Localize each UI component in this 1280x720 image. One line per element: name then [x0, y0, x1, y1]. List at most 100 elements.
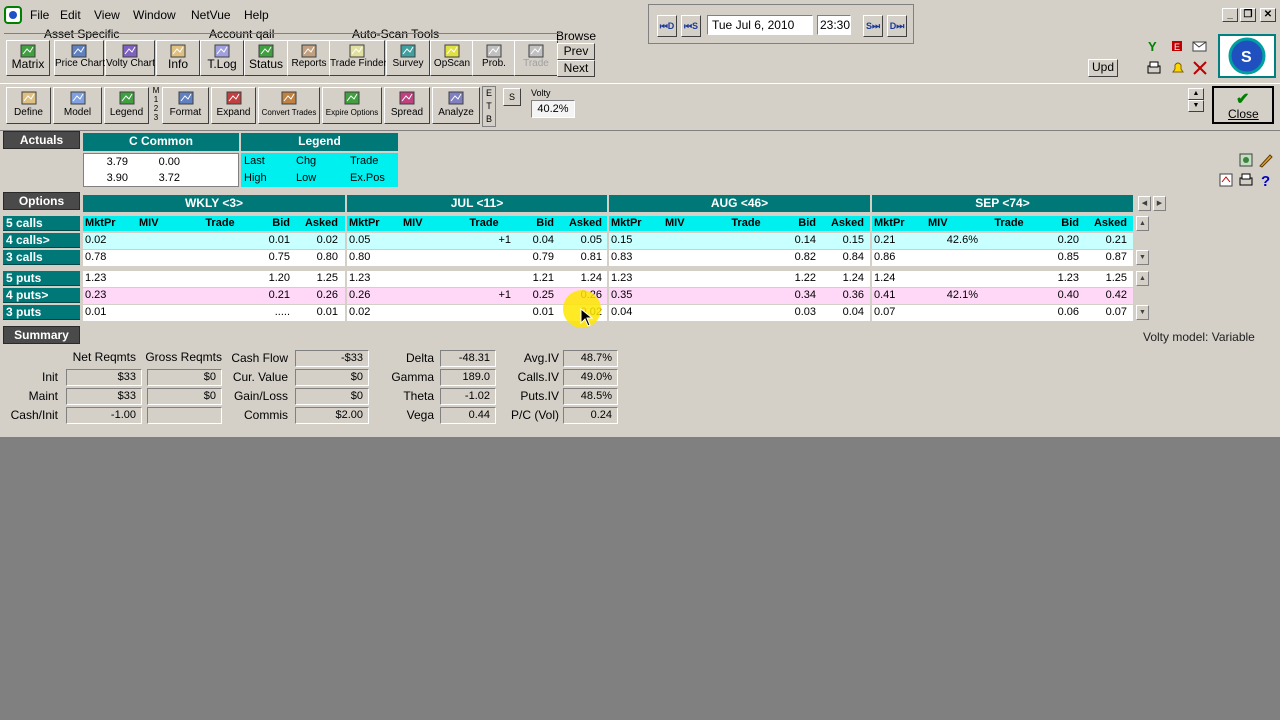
opscan-button[interactable]: OpScan — [430, 40, 474, 76]
iv-field[interactable]: 49.0% — [563, 369, 618, 386]
option-cell[interactable]: 0.82 — [774, 250, 816, 265]
option-cell[interactable]: 1.23 — [1037, 271, 1079, 286]
grid-settings-icon[interactable] — [1238, 152, 1254, 168]
option-cell[interactable]: 0.35 — [611, 288, 661, 303]
option-cell[interactable]: 42.6% — [928, 233, 978, 248]
option-cell[interactable]: 42.1% — [928, 288, 978, 303]
greek-field[interactable]: -48.31 — [440, 350, 496, 367]
puts-scroll-down[interactable]: ▼ — [1136, 305, 1149, 320]
option-cell[interactable]: 0.20 — [1037, 233, 1079, 248]
option-cell[interactable]: 0.80 — [349, 250, 399, 265]
alert-icon[interactable]: E — [1170, 38, 1186, 54]
volty-field[interactable]: 40.2% — [531, 100, 575, 118]
m-stack[interactable]: M 1 2 3 — [151, 86, 161, 122]
browse-next-button[interactable]: Next — [557, 60, 595, 77]
option-cell[interactable]: 0.02 — [85, 233, 135, 248]
format-button[interactable]: Format — [162, 87, 209, 124]
time-field[interactable]: 23:30 — [817, 15, 851, 35]
price-chart-button[interactable]: Price Chart — [54, 40, 105, 76]
survey-button[interactable]: Survey — [386, 40, 430, 76]
option-cell[interactable]: 0.86 — [874, 250, 924, 265]
net-reqmt-field[interactable]: $33 — [66, 388, 142, 405]
month-header[interactable]: AUG <46> — [609, 195, 870, 212]
option-cell[interactable]: 0.14 — [774, 233, 816, 248]
option-cell[interactable]: 0.04 — [824, 305, 864, 320]
option-cell[interactable]: 1.25 — [1087, 271, 1127, 286]
gross-reqmt-field[interactable]: $0 — [147, 388, 222, 405]
s-button[interactable]: S — [503, 88, 521, 106]
print-icon[interactable] — [1146, 60, 1162, 76]
analyze-button[interactable]: Analyze — [432, 87, 480, 124]
spin-down-button[interactable]: ▼ — [1188, 100, 1204, 112]
option-cell[interactable]: 1.22 — [774, 271, 816, 286]
option-cell[interactable]: 0.83 — [611, 250, 661, 265]
close-window-button[interactable]: ✕ — [1260, 8, 1276, 22]
minimize-button[interactable]: _ — [1222, 8, 1238, 22]
edit-pen-icon[interactable] — [1258, 152, 1274, 168]
expand-button[interactable]: Expand — [211, 87, 256, 124]
browse-prev-button[interactable]: Prev — [557, 43, 595, 60]
option-cell[interactable]: 0.04 — [611, 305, 661, 320]
option-cell[interactable]: 1.24 — [824, 271, 864, 286]
yield-icon[interactable]: Y — [1146, 38, 1162, 54]
option-cell[interactable]: 1.23 — [349, 271, 399, 286]
menu-window[interactable]: Window — [133, 8, 176, 22]
forward-day-button[interactable]: D⏭ — [887, 15, 907, 37]
option-cell[interactable]: 0.03 — [774, 305, 816, 320]
mail-icon[interactable] — [1192, 38, 1208, 54]
greek-field[interactable]: 0.44 — [440, 407, 496, 424]
option-cell[interactable]: 0.36 — [824, 288, 864, 303]
option-cell[interactable]: +1 — [457, 288, 511, 303]
forward-step-button[interactable]: S⏭ — [863, 15, 883, 37]
options-header[interactable]: Options — [3, 192, 80, 210]
legend-button[interactable]: Legend — [104, 87, 149, 124]
option-cell[interactable]: 0.21 — [1087, 233, 1127, 248]
option-cell[interactable]: 0.02 — [349, 305, 399, 320]
row-label[interactable]: 5 calls — [3, 216, 80, 231]
bell-icon[interactable] — [1170, 60, 1186, 76]
iv-field[interactable]: 48.5% — [563, 388, 618, 405]
volty-chart-button[interactable]: Volty Chart — [105, 40, 155, 76]
option-cell[interactable]: 1.24 — [562, 271, 602, 286]
info-button[interactable]: Info — [156, 40, 200, 76]
option-cell[interactable]: 1.20 — [248, 271, 290, 286]
net-reqmt-field[interactable]: $33 — [66, 369, 142, 386]
month-header[interactable]: SEP <74> — [872, 195, 1133, 212]
status-button[interactable]: Status — [244, 40, 288, 76]
t-log-button[interactable]: T.Log — [200, 40, 244, 76]
spin-up-button[interactable]: ▲ — [1188, 88, 1204, 100]
iv-field[interactable]: 48.7% — [563, 350, 618, 367]
row-label[interactable]: 5 puts — [3, 271, 80, 286]
actuals-header[interactable]: Actuals — [3, 131, 80, 149]
option-cell[interactable]: 0.02 — [298, 233, 338, 248]
back-step-button[interactable]: ⏮S — [681, 15, 701, 37]
calls-scroll-down[interactable]: ▼ — [1136, 250, 1149, 265]
row-label[interactable]: 4 puts> — [3, 288, 80, 303]
spread-button[interactable]: Spread — [384, 87, 430, 124]
trade-button[interactable]: Trade — [514, 40, 558, 76]
greek-field[interactable]: -1.02 — [440, 388, 496, 405]
row-label[interactable]: 3 calls — [3, 250, 80, 265]
option-cell[interactable]: 1.23 — [85, 271, 135, 286]
cash-field[interactable]: $0 — [295, 388, 369, 405]
option-cell[interactable]: 0.15 — [611, 233, 661, 248]
row-label[interactable]: 4 calls> — [3, 233, 80, 248]
prob--button[interactable]: Prob. — [472, 40, 516, 76]
option-cell[interactable]: 0.75 — [248, 250, 290, 265]
greek-field[interactable]: 189.0 — [440, 369, 496, 386]
option-cell[interactable]: 0.21 — [874, 233, 924, 248]
option-cell[interactable]: 0.04 — [512, 233, 554, 248]
scroll-right-button[interactable]: ▶ — [1153, 196, 1166, 211]
option-cell[interactable]: 0.34 — [774, 288, 816, 303]
export-icon[interactable] — [1218, 172, 1234, 188]
etb-stack[interactable]: E T B — [482, 86, 496, 127]
option-cell[interactable]: 0.78 — [85, 250, 135, 265]
iv-field[interactable]: 0.24 — [563, 407, 618, 424]
option-cell[interactable]: 0.80 — [298, 250, 338, 265]
row-label[interactable]: 3 puts — [3, 305, 80, 320]
option-cell[interactable]: 0.06 — [1037, 305, 1079, 320]
update-button[interactable]: Upd — [1088, 59, 1118, 77]
expire-options-button[interactable]: Expire Options — [322, 87, 382, 124]
convert-trades-button[interactable]: Convert Trades — [258, 87, 320, 124]
gross-reqmt-field[interactable] — [147, 407, 222, 424]
